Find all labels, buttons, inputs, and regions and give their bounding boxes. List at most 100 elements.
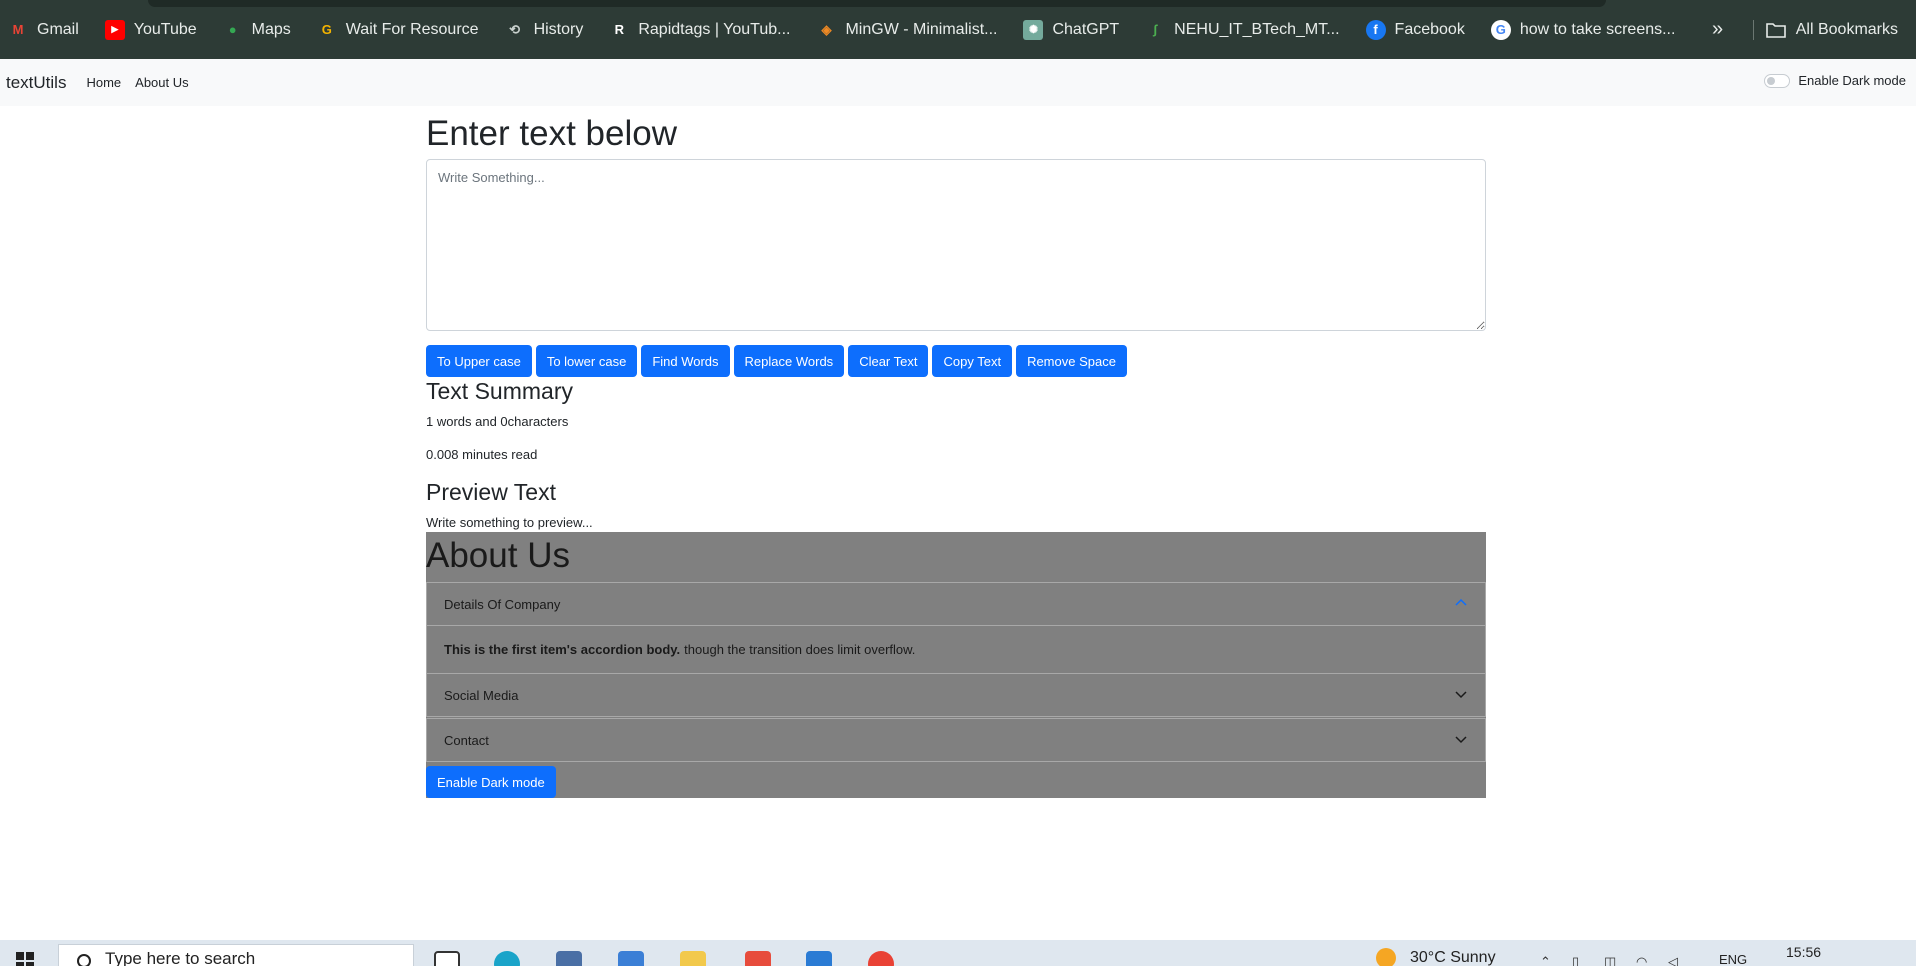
accordion-item-contact: Contact (426, 718, 1486, 762)
weather-widget[interactable]: 30°C Sunny (1376, 948, 1496, 966)
accordion-header-details[interactable]: Details Of Company (427, 583, 1485, 625)
word-count-text: 1 words and 0characters (426, 414, 569, 429)
tab-strip-edge (148, 0, 1606, 7)
accordion-item-details: Details Of Company This is the first ite… (426, 582, 1486, 674)
bookmark-maps[interactable]: ● Maps (223, 20, 291, 40)
sun-icon (1376, 948, 1396, 966)
weather-text: 30°C Sunny (1410, 949, 1496, 966)
accordion-header-contact[interactable]: Contact (427, 719, 1485, 761)
read-time-text: 0.008 minutes read (426, 447, 538, 462)
bookmark-label: MinGW - Minimalist... (845, 20, 998, 38)
bookmark-nehu[interactable]: ʃ NEHU_IT_BTech_MT... (1145, 20, 1340, 40)
clock-time[interactable]: 15:56 (1786, 944, 1821, 960)
wifi-icon[interactable]: ◠ (1636, 954, 1647, 966)
accordion-body-text: though the transition does limit overflo… (684, 642, 916, 657)
bookmark-rapidtags[interactable]: R Rapidtags | YouTub... (609, 20, 791, 40)
brave-icon[interactable] (745, 951, 771, 966)
replace-words-button[interactable]: Replace Words (733, 345, 845, 377)
taskbar-search-box[interactable]: Type here to search (58, 944, 414, 966)
toggle-switch-icon[interactable] (1764, 73, 1791, 88)
all-bookmarks-label: All Bookmarks (1795, 20, 1898, 38)
network-icon[interactable]: ◫ (1604, 954, 1616, 966)
windows-start-icon[interactable] (16, 952, 34, 966)
chatgpt-icon: ✺ (1023, 19, 1044, 40)
bookmark-wait-for-resource[interactable]: G Wait For Resource (317, 20, 479, 40)
bookmark-history[interactable]: ⟲ History (505, 20, 584, 40)
bookmarks-bar: M Gmail ▶ YouTube ● Maps G Wait For Reso… (0, 0, 1916, 59)
edge-browser-icon[interactable] (494, 951, 520, 966)
about-heading: About Us (426, 536, 570, 575)
bookmark-separator (1753, 20, 1754, 40)
mail-icon[interactable] (618, 951, 644, 966)
accordion-item-social-media: Social Media (426, 673, 1486, 717)
taskbar-search-placeholder: Type here to search (105, 949, 256, 966)
accordion-header-label: Details Of Company (444, 596, 561, 612)
accordion-body-bold: This is the first item's accordion body. (444, 642, 681, 657)
more-bookmarks-icon[interactable]: » (1712, 18, 1723, 41)
text-input-area[interactable] (426, 159, 1486, 331)
pycharm-icon[interactable] (556, 951, 582, 966)
facebook-icon: f (1365, 19, 1386, 40)
g-icon: G (321, 22, 332, 37)
battery-icon[interactable]: ▯ (1572, 954, 1579, 966)
copy-text-button[interactable]: Copy Text (932, 345, 1013, 377)
text-summary-heading: Text Summary (426, 378, 573, 404)
chrome-icon[interactable] (868, 951, 894, 966)
file-explorer-icon[interactable] (680, 951, 706, 966)
bookmark-label: Wait For Resource (345, 20, 479, 38)
taskbar: Type here to search 30°C Sunny ⌃ ▯ ◫ ◠ ◁… (0, 940, 1916, 966)
vscode-icon[interactable] (806, 951, 832, 966)
bookmark-how-to-take-screenshot[interactable]: G how to take screens... (1490, 19, 1675, 40)
bookmark-youtube[interactable]: ▶ YouTube (104, 19, 197, 40)
bookmark-label: Facebook (1394, 20, 1465, 38)
about-section: About Us Details Of Company This is the … (426, 532, 1486, 798)
all-bookmarks-button[interactable]: All Bookmarks (1765, 0, 1898, 59)
accordion-header-label: Social Media (444, 687, 519, 703)
navbar: textUtils Home About Us Enable Dark mode (0, 59, 1916, 106)
chevron-up-icon (1455, 598, 1467, 606)
find-words-button[interactable]: Find Words (641, 345, 730, 377)
action-buttons: To Upper case To lower case Find Words R… (426, 345, 1131, 377)
remove-space-button[interactable]: Remove Space (1016, 345, 1127, 377)
enable-dark-mode-button[interactable]: Enable Dark mode (426, 766, 556, 798)
rapidtags-icon: R (614, 22, 625, 37)
page-title: Enter text below (426, 114, 677, 153)
google-icon: G (1490, 19, 1511, 40)
mingw-icon: ◈ (821, 21, 832, 37)
gmail-icon: M (12, 22, 24, 37)
nav-link-home[interactable]: Home (86, 75, 121, 90)
to-upper-case-button[interactable]: To Upper case (426, 345, 532, 377)
bookmark-label: Maps (251, 20, 291, 38)
accordion-header-social-media[interactable]: Social Media (427, 674, 1485, 716)
nehu-icon: ʃ (1152, 22, 1158, 37)
chevron-down-icon (1455, 691, 1467, 699)
search-icon (77, 954, 91, 966)
language-indicator[interactable]: ENG (1719, 952, 1747, 966)
chevron-up-icon[interactable]: ⌃ (1540, 954, 1551, 966)
youtube-icon: ▶ (104, 19, 125, 40)
bookmark-gmail[interactable]: M Gmail (8, 20, 79, 40)
chevron-down-icon (1455, 736, 1467, 744)
bookmark-label: ChatGPT (1052, 20, 1120, 38)
nav-link-about-us[interactable]: About Us (135, 75, 188, 90)
bookmark-label: NEHU_IT_BTech_MT... (1174, 20, 1340, 38)
navbar-brand[interactable]: textUtils (6, 73, 66, 93)
preview-heading: Preview Text (426, 479, 556, 505)
dark-mode-switch-label: Enable Dark mode (1798, 73, 1906, 88)
bookmark-mingw[interactable]: ◈ MinGW - Minimalist... (816, 20, 997, 40)
volume-icon[interactable]: ◁ (1668, 954, 1678, 966)
bookmark-label: Gmail (37, 20, 79, 38)
history-icon: ⟲ (509, 21, 521, 37)
clear-text-button[interactable]: Clear Text (848, 345, 929, 377)
bookmark-facebook[interactable]: f Facebook (1365, 19, 1465, 40)
maps-icon: ● (228, 22, 237, 37)
dark-mode-switch[interactable]: Enable Dark mode (1764, 73, 1906, 88)
bookmark-label: Rapidtags | YouTub... (638, 20, 791, 38)
to-lower-case-button[interactable]: To lower case (535, 345, 638, 377)
bookmark-label: History (533, 20, 584, 38)
folder-icon (1765, 22, 1786, 38)
preview-text: Write something to preview... (426, 515, 593, 530)
bookmark-chatgpt[interactable]: ✺ ChatGPT (1023, 19, 1120, 40)
accordion-header-label: Contact (444, 732, 489, 748)
task-view-icon[interactable] (434, 951, 460, 966)
